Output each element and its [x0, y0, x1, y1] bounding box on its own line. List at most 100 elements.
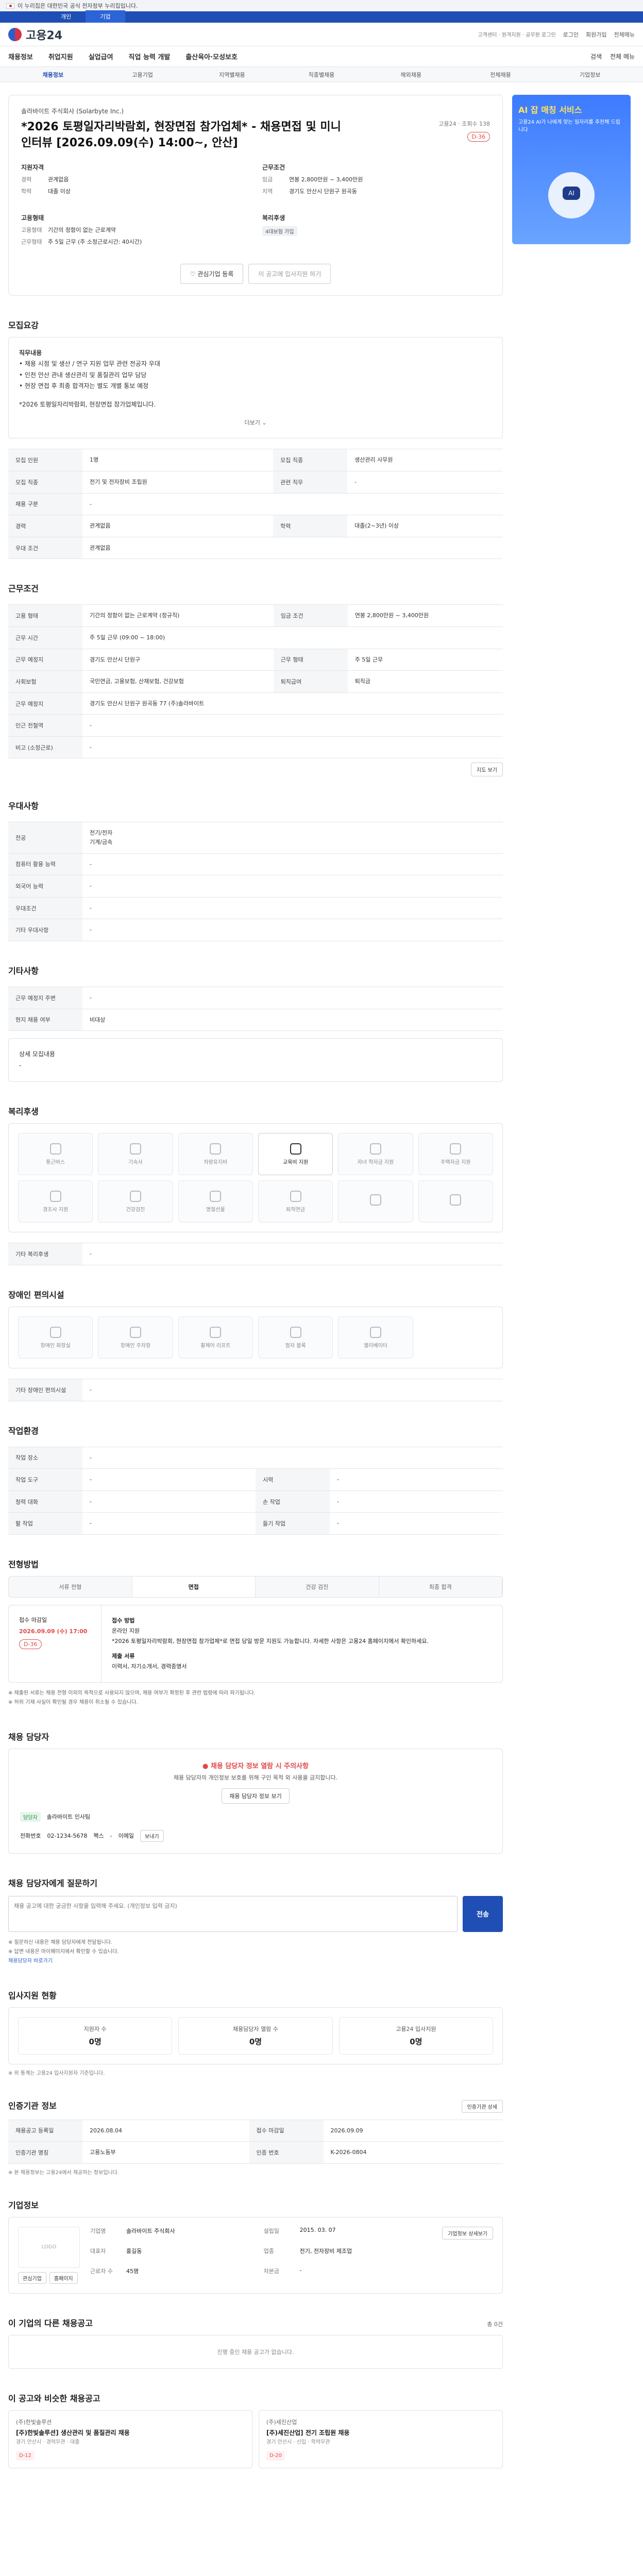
table-row: 근무 시간 주 5일 근무 (09:00 ~ 18:00): [8, 626, 503, 649]
benefit-icon: [49, 1326, 61, 1338]
nav-unemployment[interactable]: 실업급여: [89, 52, 113, 61]
table-value: 2026.08.04: [82, 2119, 249, 2142]
conditions-heading: 근무조건: [262, 163, 285, 171]
inquiry-send-button[interactable]: 전송: [463, 1895, 503, 1932]
process-note: ※ 제출된 서류는 채용 전형 이외의 목적으로 사용되지 않으며, 채용 여부…: [8, 1690, 256, 1696]
benefit-item: [418, 1180, 493, 1223]
table-value: -: [330, 1512, 503, 1535]
benefit-item: 장애인 화장실: [18, 1316, 93, 1359]
company-logo: LOGO: [18, 2226, 80, 2268]
recommend-meta: 경기 안산시 · 경력무관 · 대졸: [16, 2439, 80, 2445]
nav-parental[interactable]: 출산육아·모성보호: [185, 52, 238, 61]
email-label: 이메일: [118, 1833, 134, 1840]
header-sub-links[interactable]: 고객센터 · 원격지원 · 공무원 로그인: [478, 30, 556, 38]
reg-info-button[interactable]: 인증기관 상세: [461, 2099, 503, 2113]
table-row: 채용 구분 -: [8, 493, 503, 516]
subnav-item[interactable]: 고용기업: [98, 71, 188, 79]
ai-ad-banner[interactable]: AI 잡 매칭 서비스 고용24 AI가 나에게 맞는 일자리를 추천해 드립니…: [512, 95, 631, 244]
benefit-icon: [49, 1190, 61, 1202]
table-label: 고용 형태: [8, 604, 82, 627]
job-title: *2026 토평일자리박람회, 현장면접 참가업체* - 채용면접 및 미니 인…: [21, 121, 341, 149]
section-heading: 우대사항: [8, 801, 39, 811]
table-label: 우대 조건: [8, 536, 82, 560]
logo-text: 고용24: [26, 29, 63, 42]
duty-section: 모집요강 직무내용 • 채용 시점 및 생산 / 연구 지원 업무 관련 전공자…: [8, 318, 503, 560]
requirements-heading: 지원자격: [21, 163, 44, 171]
search-icon[interactable]: 검색: [590, 52, 602, 61]
subnav-item[interactable]: 전체채용: [456, 71, 546, 79]
recommend-section: 이 공고와 비슷한 채용공고 (주)한빛솔루션 [주)한빛솔루션] 생산관리 및…: [8, 2392, 503, 2468]
subnav-item[interactable]: 해외채용: [366, 71, 456, 79]
recommend-card[interactable]: (주)세진산업 [주)세진산업] 전기 조립원 채용 경기 안산시 · 신입 ·…: [259, 2410, 503, 2468]
benefit-item: 건강검진: [98, 1180, 173, 1223]
inquiry-link[interactable]: 채용담당자 바로가기: [8, 1958, 53, 1964]
table-label: 현지 채용 여부: [8, 1008, 82, 1031]
company-name[interactable]: 솔라바이트 주식회사 (Solarbyte Inc.): [21, 107, 490, 115]
all-menu-link[interactable]: 전체메뉴: [614, 30, 635, 39]
benefit-label: 기숙사: [128, 1159, 143, 1165]
table-label: 근무 형태: [273, 648, 348, 671]
table-row: 근무 예정지 주변 -: [8, 987, 503, 1009]
table-label: 관련 직무: [273, 470, 348, 494]
table-row: 외국어 능력 -: [8, 875, 503, 897]
stat-value: 0명: [410, 2037, 422, 2046]
favorite-company-button[interactable]: 관심기업: [18, 2272, 46, 2284]
section-heading: 이 기업의 다른 채용공고: [8, 2318, 93, 2328]
hamburger-icon[interactable]: 전체 메뉴: [610, 52, 635, 61]
signup-link[interactable]: 회원가입: [586, 30, 606, 39]
map-button[interactable]: 지도 보기: [471, 762, 503, 777]
table-value: -: [82, 987, 503, 1009]
gov-banner: 이 누리집은 대한민국 공식 전자정부 누리집입니다.: [0, 0, 643, 11]
table-row: 전공 전기/전자 기계/금속: [8, 822, 503, 854]
table-label: 청력 대화: [8, 1490, 82, 1513]
benefit-icon: [450, 1143, 462, 1155]
subnav-item[interactable]: 기업정보: [545, 71, 635, 79]
subnav-item[interactable]: 채용정보: [8, 71, 98, 79]
section-heading: 모집요강: [8, 320, 39, 330]
employment-type-heading: 고용형태: [21, 214, 44, 222]
org-detail-button[interactable]: 기업정보 상세보기: [442, 2226, 493, 2240]
apply-button[interactable]: 이 공고에 입사지원 하기: [248, 263, 331, 284]
benefit-icon: [290, 1190, 301, 1202]
recruit-table: 모집 인원 1명 모집 직종 생산관리 사무원 모집 직종 전기 및 전자장비 조립원 관련…: [8, 449, 503, 560]
nav-jobs[interactable]: 채용정보: [8, 52, 33, 61]
table-label: 퇴직급여: [273, 670, 348, 693]
more-button[interactable]: 더보기 ⌄: [19, 418, 492, 428]
table-value: -: [82, 1446, 503, 1469]
welfare-etc-label: 기타 복리후생: [8, 1243, 82, 1266]
login-link[interactable]: 로그인: [563, 30, 579, 39]
tab-personal[interactable]: 개인: [46, 10, 86, 23]
table-value: 관계없음: [82, 515, 274, 537]
subnav-item[interactable]: 직종별채용: [277, 71, 366, 79]
benefit-icon: [210, 1326, 222, 1338]
table-label: 전공: [8, 822, 82, 854]
contact-name: 솔라바이트 인사팀: [46, 1814, 91, 1821]
taegeuk-icon: [8, 27, 22, 41]
view-contact-button[interactable]: 채용 담당자 정보 보기: [222, 1788, 290, 1804]
recommend-card[interactable]: (주)한빛솔루션 [주)한빛솔루션] 생산관리 및 품질관리 채용 경기 안산시…: [8, 2410, 252, 2468]
table-label: 근무 예정지: [8, 648, 82, 671]
homepage-button[interactable]: 홈페이지: [49, 2272, 78, 2284]
email-send-button[interactable]: 보내기: [140, 1829, 164, 1842]
process-step: 면접: [132, 1576, 256, 1597]
benefit-label: 경조사 지원: [43, 1207, 69, 1213]
site-logo[interactable]: 고용24: [8, 26, 62, 43]
benefit-icon: [369, 1143, 381, 1155]
subnav-item[interactable]: 지역별채용: [187, 71, 277, 79]
table-row: 청력 대화 - 손 작업 -: [8, 1490, 503, 1513]
main-nav: 채용정보 취업지원 실업급여 직업 능력 개발 출산육아·모성보호 검색 전체 …: [0, 46, 643, 67]
inquiry-input[interactable]: [8, 1895, 458, 1932]
kv-value: 주 5일 근무 (주 소정근로시간: 40시간): [48, 239, 142, 246]
contact-box: ● 채용 담당자 정보 열람 시 주의사항 채용 담당자의 개인정보 보호를 위…: [8, 1748, 503, 1854]
nav-employment-support[interactable]: 취업지원: [48, 52, 73, 61]
benefit-icon: [49, 1143, 61, 1155]
tab-company[interactable]: 기업: [86, 10, 125, 23]
nav-training[interactable]: 직업 능력 개발: [129, 52, 171, 61]
fax-label: 팩스: [93, 1833, 104, 1840]
top-tabs: 개인 기업: [0, 10, 643, 23]
scrap-company-button[interactable]: ♡ 관심기업 등록: [180, 263, 244, 284]
benefit-label: 자녀 학자금 지원: [357, 1159, 394, 1165]
benefit-icon: [129, 1143, 141, 1155]
benefit-item: 기숙사: [98, 1133, 173, 1176]
inquiry-section: 채용 담당자에게 질문하기 전송 ※ 질문하신 내용은 채용 담당자에게 전달됩…: [8, 1876, 503, 1966]
